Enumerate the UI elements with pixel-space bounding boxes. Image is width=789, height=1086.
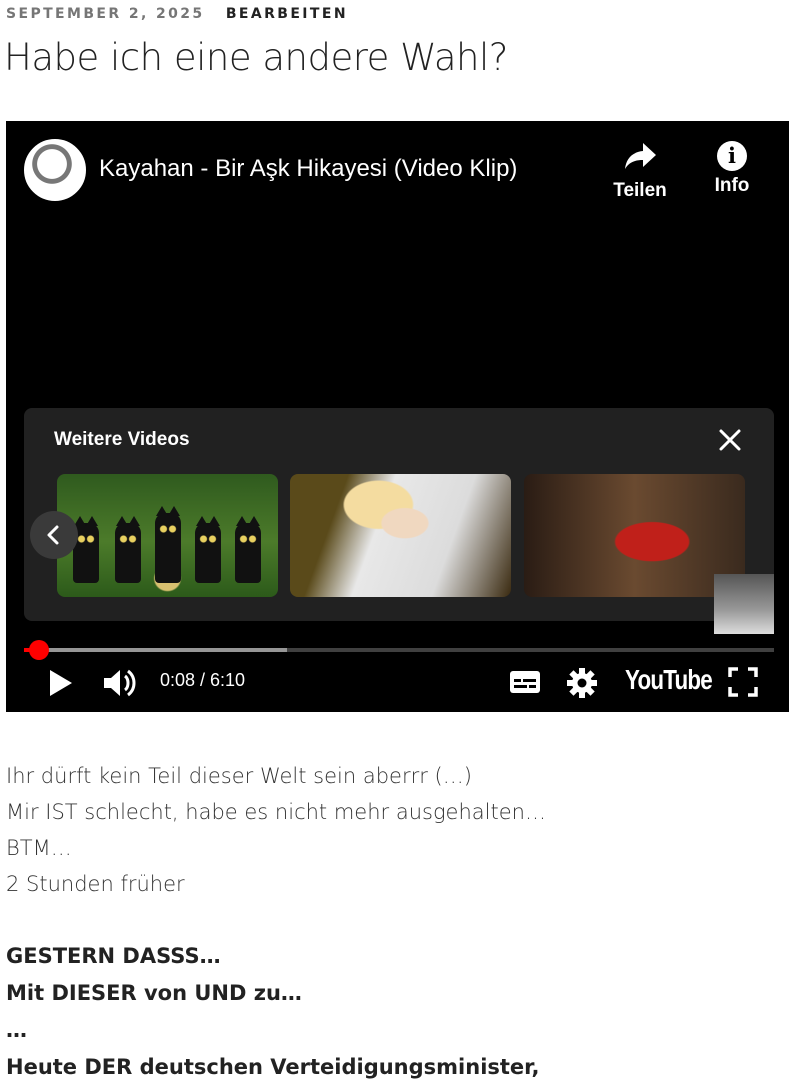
channel-watermark[interactable]	[714, 574, 774, 634]
share-label: Teilen	[613, 180, 667, 201]
time-display: 0:08 / 6:10	[160, 670, 246, 690]
post-date: SEPTEMBER 2, 2025	[6, 6, 205, 22]
bold-line: …	[6, 1018, 27, 1042]
progress-buffered	[24, 648, 287, 652]
previous-videos-button[interactable]	[30, 511, 78, 559]
post-title: Habe ich eine andere Wahl?	[4, 36, 508, 79]
bold-line: Mit DIESER von UND zu…	[6, 981, 302, 1005]
post-body-bold: GESTERN DASSS… Mit DIESER von UND zu… … …	[6, 938, 539, 1086]
cat-figure	[115, 516, 141, 583]
body-line: Mir IST schlecht, habe es nicht mehr aus…	[6, 800, 546, 824]
close-icon[interactable]	[712, 422, 748, 458]
cat-figure	[195, 516, 221, 583]
volume-icon[interactable]	[102, 666, 138, 700]
subtitles-icon[interactable]	[509, 670, 541, 694]
fullscreen-icon[interactable]	[727, 666, 759, 698]
share-button[interactable]: Teilen	[605, 141, 675, 202]
info-label: Info	[714, 175, 750, 196]
video-thumbnail-1[interactable]	[57, 474, 278, 597]
progress-bar[interactable]	[24, 648, 774, 652]
chevron-left-icon	[47, 525, 59, 545]
video-player[interactable]: Kayahan - Bir Aşk Hikayesi (Video Klip) …	[6, 121, 789, 712]
progress-scrubber[interactable]	[29, 640, 50, 660]
cat-figure	[155, 506, 181, 583]
body-line: 2 Stunden früher	[6, 872, 185, 896]
channel-avatar[interactable]	[24, 139, 86, 201]
bold-line: GESTERN DASSS…	[6, 944, 221, 968]
settings-icon[interactable]	[566, 667, 598, 699]
body-line: Ihr dürft kein Teil dieser Welt sein abe…	[6, 764, 472, 788]
video-title[interactable]: Kayahan - Bir Aşk Hikayesi (Video Klip)	[99, 155, 517, 183]
post-body: Ihr dürft kein Teil dieser Welt sein abe…	[6, 758, 546, 902]
more-videos-title: Weitere Videos	[54, 429, 190, 450]
more-videos-panel: Weitere Videos	[24, 408, 774, 621]
youtube-logo[interactable]: YouTube	[625, 664, 713, 696]
bold-line: Heute DER deutschen Verteidigungsministe…	[6, 1055, 540, 1079]
play-icon[interactable]	[44, 667, 76, 699]
body-line: BTM…	[6, 836, 72, 860]
edit-link[interactable]: BEARBEITEN	[226, 6, 348, 22]
share-icon	[625, 143, 656, 169]
video-thumbnail-3[interactable]	[524, 474, 745, 597]
info-button[interactable]: i Info	[697, 141, 767, 197]
cat-figure	[235, 516, 261, 583]
video-thumbnail-2[interactable]	[290, 474, 511, 597]
info-icon: i	[717, 141, 747, 171]
post-meta: SEPTEMBER 2, 2025 BEARBEITEN	[6, 6, 348, 22]
